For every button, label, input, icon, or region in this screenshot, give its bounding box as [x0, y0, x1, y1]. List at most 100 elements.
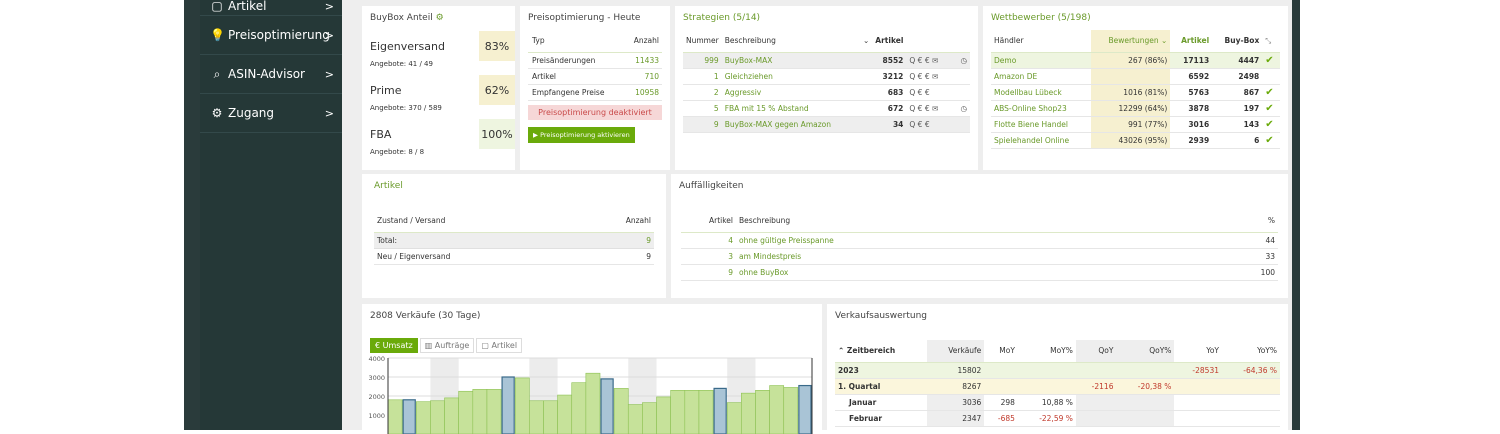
table-row[interactable]: ABS-Online Shop23 12299 (64%) 3878 197 ✔: [991, 100, 1280, 116]
sidebar-item-zugang[interactable]: ⚙ Zugang >: [200, 94, 342, 133]
chart-bar[interactable]: [402, 399, 416, 434]
table-cell[interactable]: FBA mit 15 % Abstand: [722, 100, 873, 116]
table-cell: [1090, 68, 1171, 84]
table-cell[interactable]: Spielehandel Online: [991, 132, 1091, 148]
chart-bar[interactable]: [726, 402, 742, 434]
check-icon: ✔: [1265, 86, 1274, 98]
chart-bar[interactable]: [755, 389, 770, 434]
chart-bar[interactable]: [698, 389, 714, 434]
table-cell: 683: [887, 87, 904, 97]
sidebar-item-asin-advisor[interactable]: ⌕ ASIN-Advisor >: [200, 55, 342, 94]
chart-bar[interactable]: [656, 396, 671, 434]
auff-title: Auffälligkeiten: [679, 181, 744, 191]
table-cell: 2498: [1238, 71, 1260, 81]
table-row[interactable]: Spielehandel Online 43026 (95%) 2939 6 ✔: [991, 132, 1280, 148]
table-row[interactable]: Februar 2347 -685 -22,59 %: [835, 410, 1280, 426]
chart-bar[interactable]: [642, 402, 657, 434]
chart-bar[interactable]: [529, 400, 544, 434]
collapse-icon[interactable]: ⤡: [1262, 30, 1280, 52]
chart-bar[interactable]: [387, 399, 403, 434]
table-cell[interactable]: Demo: [991, 52, 1091, 68]
sidebar-item-artikel[interactable]: ▢ Artikel >: [200, 0, 342, 16]
table-row[interactable]: 5 FBA mit 15 % Abstand 672 Q € € ✉ ◷: [683, 100, 970, 116]
table-cell[interactable]: Gleichziehen: [722, 68, 873, 84]
chart-bar[interactable]: [472, 389, 488, 434]
table-cell: 17113: [1183, 55, 1210, 65]
chart-bar[interactable]: [670, 389, 686, 434]
table-cell: 8267: [962, 381, 982, 391]
chart-bar[interactable]: [613, 388, 629, 434]
chart-bar[interactable]: [543, 400, 558, 434]
chart-bar[interactable]: [458, 390, 474, 434]
chart-bar[interactable]: [783, 387, 799, 434]
table-cell[interactable]: Modellbau Lübeck: [991, 84, 1091, 100]
wettbewerber-title: Wettbewerber (5/198): [991, 13, 1091, 23]
chart-bar[interactable]: [486, 389, 502, 434]
tab-label: Aufträge: [434, 341, 470, 350]
table-cell[interactable]: Flotte Biene Handel: [991, 116, 1091, 132]
buybox-value: 100%: [479, 119, 515, 149]
tab-artikel[interactable]: ▢ Artikel: [476, 338, 523, 353]
table-cell[interactable]: BuyBox-MAX gegen Amazon: [722, 116, 873, 132]
table-row[interactable]: 1 Gleichziehen 3212 Q € € ✉: [683, 68, 970, 84]
col-header[interactable]: Beschreibung ⌄: [722, 30, 873, 52]
table-row[interactable]: Flotte Biene Handel 991 (77%) 3016 143 ✔: [991, 116, 1280, 132]
preisopt-card: Preisoptimierung - Heute Typ Anzahl Preis…: [520, 6, 670, 170]
chart-bar[interactable]: [415, 401, 431, 434]
chart-bar[interactable]: [585, 372, 601, 434]
chart-bar[interactable]: [600, 378, 614, 434]
chart-bar[interactable]: [741, 392, 756, 434]
table-row[interactable]: 9 BuyBox-MAX gegen Amazon 34 Q € €: [683, 116, 970, 132]
table-cell[interactable]: ABS-Online Shop23: [991, 100, 1091, 116]
action-icons[interactable]: Q € € ✉: [906, 52, 953, 68]
table-cell[interactable]: Amazon DE: [991, 68, 1091, 84]
bars-icon: ▥: [424, 341, 433, 350]
action-icons[interactable]: Q € € ✉: [906, 68, 953, 84]
chart-bar[interactable]: [444, 397, 459, 434]
chart-bar[interactable]: [514, 377, 530, 434]
table-cell: 3878: [1188, 103, 1210, 113]
table-cell[interactable]: ohne BuyBox: [736, 264, 1187, 280]
table-cell[interactable]: BuyBox-MAX: [722, 52, 873, 68]
activate-button[interactable]: ▶ Preisoptimierung aktivieren: [528, 126, 635, 143]
table-row[interactable]: 1. Quartal 8267 -2116 -20,38 %: [835, 378, 1280, 394]
table-cell: -22,59 %: [1039, 413, 1073, 423]
table-cell: [1174, 378, 1222, 394]
table-cell: [984, 362, 1018, 378]
table-row[interactable]: 2023 15802 -28531 -64,36 %: [835, 362, 1280, 378]
table-cell[interactable]: am Mindestpreis: [736, 248, 1187, 264]
table-row[interactable]: Demo 267 (86%) 17113 4447 ✔: [991, 52, 1280, 68]
tab-umsatz[interactable]: € Umsatz: [370, 338, 418, 353]
strategien-table: Nummer Beschreibung ⌄ Artikel 999 BuyBox-…: [683, 30, 970, 133]
action-icons[interactable]: Q € €: [906, 84, 953, 100]
sidebar-item-preisoptimierung[interactable]: 💡 Preisoptimierung >: [200, 16, 342, 55]
sort-icon[interactable]: ⌄: [863, 36, 869, 45]
chart-bar[interactable]: [501, 376, 515, 434]
action-icons[interactable]: Q € € ✉: [906, 100, 953, 116]
table-cell[interactable]: Aggressiv: [722, 84, 873, 100]
table-row[interactable]: Amazon DE 6592 2498: [991, 68, 1280, 84]
chart-bar[interactable]: [571, 382, 587, 434]
table-row[interactable]: Modellbau Lübeck 1016 (81%) 5763 867 ✔: [991, 84, 1280, 100]
table-row[interactable]: Januar 3036 298 10,88 %: [835, 394, 1280, 410]
chart-bar[interactable]: [769, 385, 785, 434]
chart-bar[interactable]: [713, 387, 727, 434]
gear-icon[interactable]: ⚙: [436, 13, 444, 23]
table-cell: 34: [892, 119, 904, 129]
table-row[interactable]: 999 BuyBox-MAX 8552 Q € € ✉ ◷: [683, 52, 970, 68]
check-icon: ✔: [1265, 54, 1274, 66]
col-header[interactable]: ⌃ Zeitbereich: [835, 340, 927, 362]
table-cell: 9: [646, 251, 651, 261]
chart-bar[interactable]: [430, 400, 445, 434]
chart-bar[interactable]: [557, 394, 573, 434]
table-cell: 999: [704, 55, 719, 65]
table-cell: 9: [713, 119, 719, 129]
tab-auftraege[interactable]: ▥ Aufträge: [419, 338, 475, 353]
col-header[interactable]: Bewertungen ⌄: [1090, 30, 1171, 52]
table-cell[interactable]: ohne gültige Preisspanne: [736, 232, 1187, 248]
table-row[interactable]: 2 Aggressiv 683 Q € €: [683, 84, 970, 100]
chart-bar[interactable]: [798, 384, 812, 434]
action-icons[interactable]: Q € €: [906, 116, 953, 132]
chart-bar[interactable]: [684, 389, 700, 434]
table-cell: Preisänderungen: [532, 55, 596, 65]
